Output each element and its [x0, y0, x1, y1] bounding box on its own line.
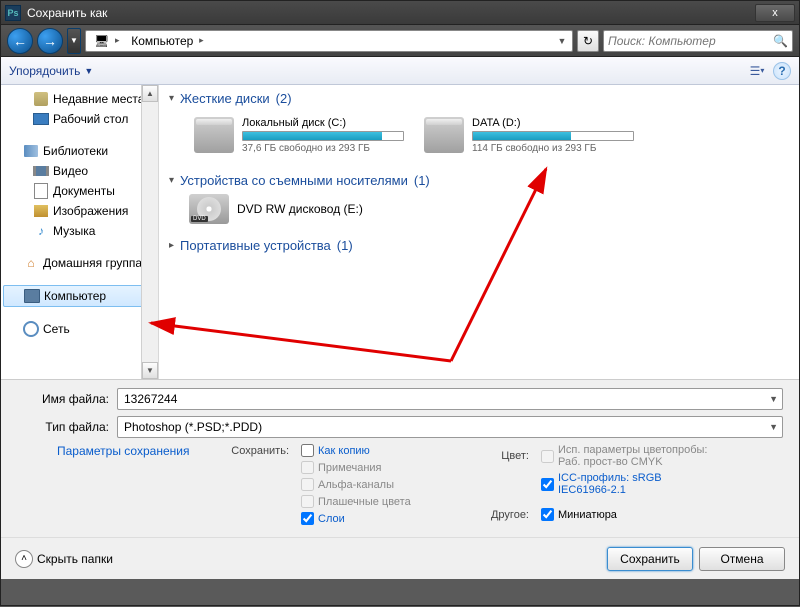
help-button[interactable]: ? — [773, 62, 791, 80]
capacity-bar — [472, 131, 634, 141]
thumb-label: Миниатюра — [558, 509, 617, 521]
toolbar: Упорядочить ▼ ☰▾ ? — [1, 57, 799, 85]
drive-dvd[interactable]: DVD DVD RW дисковод (E:) — [169, 194, 789, 224]
notes-checkbox — [301, 461, 314, 474]
history-dropdown[interactable]: ▼ — [67, 28, 81, 54]
alpha-label: Альфа-каналы — [318, 479, 394, 491]
color-label: Цвет: — [457, 450, 537, 462]
filetype-field[interactable]: Photoshop (*.PSD;*.PDD)▼ — [117, 416, 783, 438]
bottom-panel: Имя файла: 13267244▼ Тип файла: Photosho… — [1, 379, 799, 537]
cmyk-checkbox — [541, 450, 554, 463]
collapse-icon: ▾ — [169, 175, 174, 186]
music-icon: ♪ — [33, 223, 49, 239]
group-hdd[interactable]: ▾Жесткие диски (2) — [169, 91, 789, 106]
save-options-link[interactable]: Параметры сохранения — [57, 444, 189, 458]
capacity-bar — [242, 131, 404, 141]
sidebar-item-network[interactable]: Сеть — [1, 319, 158, 339]
app-icon: Ps — [5, 5, 21, 21]
spot-checkbox — [301, 495, 314, 508]
sidebar-item-documents[interactable]: Документы — [1, 181, 158, 201]
refresh-button[interactable]: ↻ — [577, 30, 599, 52]
as-copy-label[interactable]: Как копию — [318, 445, 370, 457]
filetype-label: Тип файла: — [17, 420, 117, 434]
footer: ˄Скрыть папки Сохранить Отмена — [1, 537, 799, 579]
drive-name: DATA (D:) — [472, 117, 634, 129]
breadcrumb-computer[interactable]: Компьютер ▸ — [127, 34, 211, 48]
search-icon: 🔍 — [773, 34, 788, 48]
sidebar-item-music[interactable]: ♪Музыка — [1, 221, 158, 241]
titlebar: Ps Сохранить как x — [1, 1, 799, 25]
as-copy-checkbox[interactable] — [301, 444, 314, 457]
window-title: Сохранить как — [27, 6, 755, 20]
sidebar-item-libraries[interactable]: Библиотеки — [1, 141, 158, 161]
drive-c[interactable]: Локальный диск (C:) 37,6 ГБ свободно из … — [189, 112, 409, 159]
save-button[interactable]: Сохранить — [607, 547, 693, 571]
chevron-down-icon[interactable]: ▼ — [769, 422, 778, 432]
group-removable[interactable]: ▾Устройства со съемными носителями (1) — [169, 173, 789, 188]
thumb-checkbox[interactable] — [541, 508, 554, 521]
hdd-icon — [194, 117, 234, 153]
sidebar: Недавние места Рабочий стол Библиотеки В… — [1, 85, 159, 379]
collapse-icon: ▾ — [169, 93, 174, 104]
drive-name: Локальный диск (C:) — [242, 117, 404, 129]
sidebar-item-images[interactable]: Изображения — [1, 201, 158, 221]
homegroup-icon: ⌂ — [23, 255, 39, 271]
chevron-up-icon: ˄ — [15, 550, 33, 568]
search-input[interactable] — [608, 34, 773, 48]
drive-name: DVD RW дисковод (E:) — [237, 202, 363, 216]
layers-label[interactable]: Слои — [318, 513, 345, 525]
drive-stat: 114 ГБ свободно из 293 ГБ — [472, 143, 634, 154]
alpha-checkbox — [301, 478, 314, 491]
group-portable[interactable]: ▸Портативные устройства (1) — [169, 238, 789, 253]
video-icon — [33, 163, 49, 179]
sidebar-item-video[interactable]: Видео — [1, 161, 158, 181]
filename-label: Имя файла: — [17, 392, 117, 406]
dvd-icon: DVD — [189, 194, 229, 224]
filename-field[interactable]: 13267244▼ — [117, 388, 783, 410]
nav-bar: ← → ▼ 🖥 ▸ Компьютер ▸ ▼ ↻ 🔍 — [1, 25, 799, 57]
sidebar-item-desktop[interactable]: Рабочий стол — [1, 109, 158, 129]
save-label: Сохранить: — [217, 445, 297, 457]
notes-label: Примечания — [318, 462, 382, 474]
layers-checkbox[interactable] — [301, 512, 314, 525]
computer-icon — [24, 288, 40, 304]
cancel-button[interactable]: Отмена — [699, 547, 785, 571]
hide-folders-button[interactable]: ˄Скрыть папки — [15, 550, 113, 568]
desktop-icon — [33, 111, 49, 127]
icc-label[interactable]: ICC-профиль: sRGB IEC61966-2.1 — [558, 472, 708, 496]
drive-d[interactable]: DATA (D:) 114 ГБ свободно из 293 ГБ — [419, 112, 639, 159]
hdd-icon — [424, 117, 464, 153]
other-label: Другое: — [457, 509, 537, 521]
organize-menu[interactable]: Упорядочить ▼ — [9, 64, 93, 78]
cmyk-label: Исп. параметры цветопробы: Раб. прост-во… — [558, 444, 708, 468]
forward-button[interactable]: → — [37, 28, 63, 54]
expand-icon: ▸ — [169, 240, 174, 251]
scroll-down[interactable]: ▼ — [142, 362, 158, 379]
libraries-icon — [23, 143, 39, 159]
close-button[interactable]: x — [755, 4, 795, 22]
chevron-down-icon[interactable]: ▼ — [769, 394, 778, 404]
documents-icon — [33, 183, 49, 199]
view-button[interactable]: ☰▾ — [745, 61, 769, 81]
images-icon — [33, 203, 49, 219]
sidebar-item-recent[interactable]: Недавние места — [1, 89, 158, 109]
search-box[interactable]: 🔍 — [603, 30, 793, 52]
network-icon — [23, 321, 39, 337]
address-bar[interactable]: 🖥 ▸ Компьютер ▸ ▼ — [85, 30, 573, 52]
spot-label: Плашечные цвета — [318, 496, 411, 508]
computer-icon[interactable]: 🖥 ▸ — [90, 34, 127, 48]
sidebar-scrollbar[interactable]: ▲ ▼ — [141, 85, 158, 379]
icc-checkbox[interactable] — [541, 478, 554, 491]
sidebar-item-homegroup[interactable]: ⌂Домашняя группа — [1, 253, 158, 273]
drive-stat: 37,6 ГБ свободно из 293 ГБ — [242, 143, 404, 154]
recent-icon — [33, 91, 49, 107]
back-button[interactable]: ← — [7, 28, 33, 54]
sidebar-item-computer[interactable]: Компьютер — [3, 285, 156, 307]
scroll-up[interactable]: ▲ — [142, 85, 158, 102]
address-dropdown[interactable]: ▼ — [556, 36, 568, 46]
content-pane: ▾Жесткие диски (2) Локальный диск (C:) 3… — [159, 85, 799, 379]
